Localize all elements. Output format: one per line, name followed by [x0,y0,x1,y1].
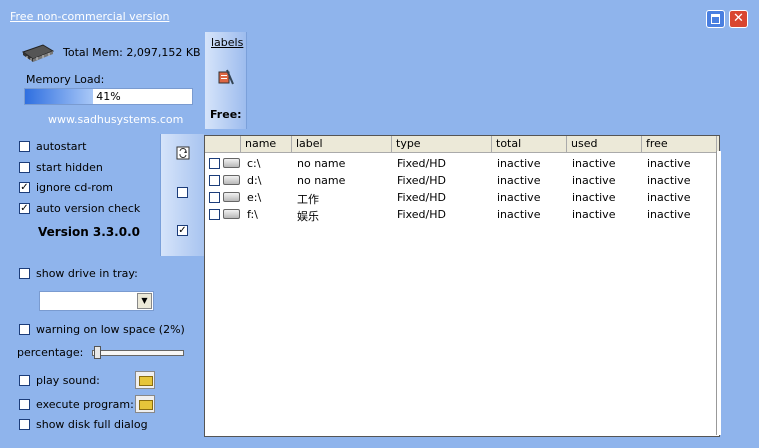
col-label-header[interactable]: label [292,136,392,152]
table-row[interactable]: e:\ 工作 Fixed/HD inactive inactive inacti… [205,189,719,206]
hard-drive-icon [223,209,240,219]
drive-free: inactive [647,208,691,221]
app-window: Free non-commercial version ✕ Total Mem:… [0,0,759,448]
title-bar: Free non-commercial version ✕ [0,0,759,32]
col-free-header[interactable]: free [642,136,717,152]
folder-open-icon [139,400,153,410]
folder-open-icon [139,376,153,386]
browse-program-button[interactable] [135,395,155,413]
percentage-slider[interactable] [92,346,184,359]
drive-type: Fixed/HD [397,157,446,170]
start-hidden-label: start hidden [36,161,103,174]
hard-drive-icon [223,158,240,168]
low-space-warning-checkbox[interactable] [19,324,30,335]
check-all-icon[interactable]: ✓ [177,225,188,236]
drive-total: inactive [497,174,541,187]
chevron-down-icon[interactable]: ▼ [137,293,152,309]
drive-name: c:\ [247,157,261,170]
drive-used: inactive [572,174,616,187]
drive-type: Fixed/HD [397,174,446,187]
drive-free: inactive [647,191,691,204]
table-row[interactable]: c:\ no name Fixed/HD inactive inactive i… [205,155,719,172]
total-memory-label: Total Mem: 2,097,152 KB [63,46,201,59]
drive-used: inactive [572,157,616,170]
drive-label: no name [297,174,346,187]
memory-load-percent: 41% [96,90,121,103]
drive-label: 工作 [297,193,319,206]
close-button[interactable]: ✕ [729,10,748,28]
refresh-icon[interactable] [176,146,190,160]
ignore-cdrom-checkbox[interactable]: ✓ [19,182,30,193]
col-select-header[interactable] [205,136,241,152]
col-type-header[interactable]: type [392,136,492,152]
memory-chip-icon [21,44,55,62]
labels-panel: labels Free: [205,32,247,129]
uncheck-all-icon[interactable] [177,187,188,198]
memory-load-bar: 41% [24,88,193,105]
execute-program-label: execute program: [36,398,134,411]
row-checkbox[interactable] [209,158,220,169]
table-row[interactable]: d:\ no name Fixed/HD inactive inactive i… [205,172,719,189]
website-link[interactable]: www.sadhusystems.com [48,113,183,126]
execute-program-checkbox[interactable] [19,399,30,410]
show-drive-in-tray-label: show drive in tray: [36,267,138,280]
hard-drive-icon [223,192,240,202]
free-label: Free: [210,108,242,121]
show-disk-full-dialog-checkbox[interactable] [19,419,30,430]
table-row[interactable]: f:\ 娱乐 Fixed/HD inactive inactive inacti… [205,206,719,223]
hard-drive-icon [223,175,240,185]
percentage-label: percentage: [17,346,84,359]
drive-total: inactive [497,208,541,221]
drive-label: no name [297,157,346,170]
row-checkbox[interactable] [209,192,220,203]
autostart-label: autostart [36,140,87,153]
low-space-warning-label: warning on low space (2%) [36,323,185,336]
drive-name: e:\ [247,191,262,204]
col-name-header[interactable]: name [241,136,292,152]
drive-total: inactive [497,157,541,170]
col-used-header[interactable]: used [567,136,642,152]
labels-link[interactable]: labels [211,36,243,49]
drive-used: inactive [572,208,616,221]
table-header: name label type total used free [205,136,719,153]
play-sound-checkbox[interactable] [19,375,30,386]
drive-type: Fixed/HD [397,191,446,204]
table-scrollbar[interactable] [716,151,721,435]
drive-name: d:\ [247,174,262,187]
row-checkbox[interactable] [209,175,220,186]
col-total-header[interactable]: total [492,136,567,152]
play-sound-label: play sound: [36,374,100,387]
drive-label: 娱乐 [297,210,319,223]
drive-tools-icon [218,69,234,85]
memory-load-label: Memory Load: [26,73,105,86]
selection-toolbar: ✓ [160,134,204,256]
drive-table: name label type total used free c:\ no n… [204,135,720,437]
minimize-button[interactable] [706,10,725,28]
auto-version-check-label: auto version check [36,202,141,215]
slider-thumb[interactable] [94,346,101,359]
version-label: Version 3.3.0.0 [38,225,140,239]
autostart-checkbox[interactable] [19,141,30,152]
ignore-cdrom-label: ignore cd-rom [36,181,114,194]
drive-free: inactive [647,174,691,187]
drive-type: Fixed/HD [397,208,446,221]
start-hidden-checkbox[interactable] [19,162,30,173]
row-checkbox[interactable] [209,209,220,220]
tray-drive-select[interactable]: ▼ [39,291,154,311]
drive-total: inactive [497,191,541,204]
free-version-link[interactable]: Free non-commercial version [10,10,169,23]
drive-used: inactive [572,191,616,204]
browse-sound-button[interactable] [135,371,155,389]
auto-version-check-checkbox[interactable]: ✓ [19,203,30,214]
show-disk-full-dialog-label: show disk full dialog [36,418,148,431]
drive-name: f:\ [247,208,258,221]
drive-free: inactive [647,157,691,170]
show-drive-in-tray-checkbox[interactable] [19,268,30,279]
